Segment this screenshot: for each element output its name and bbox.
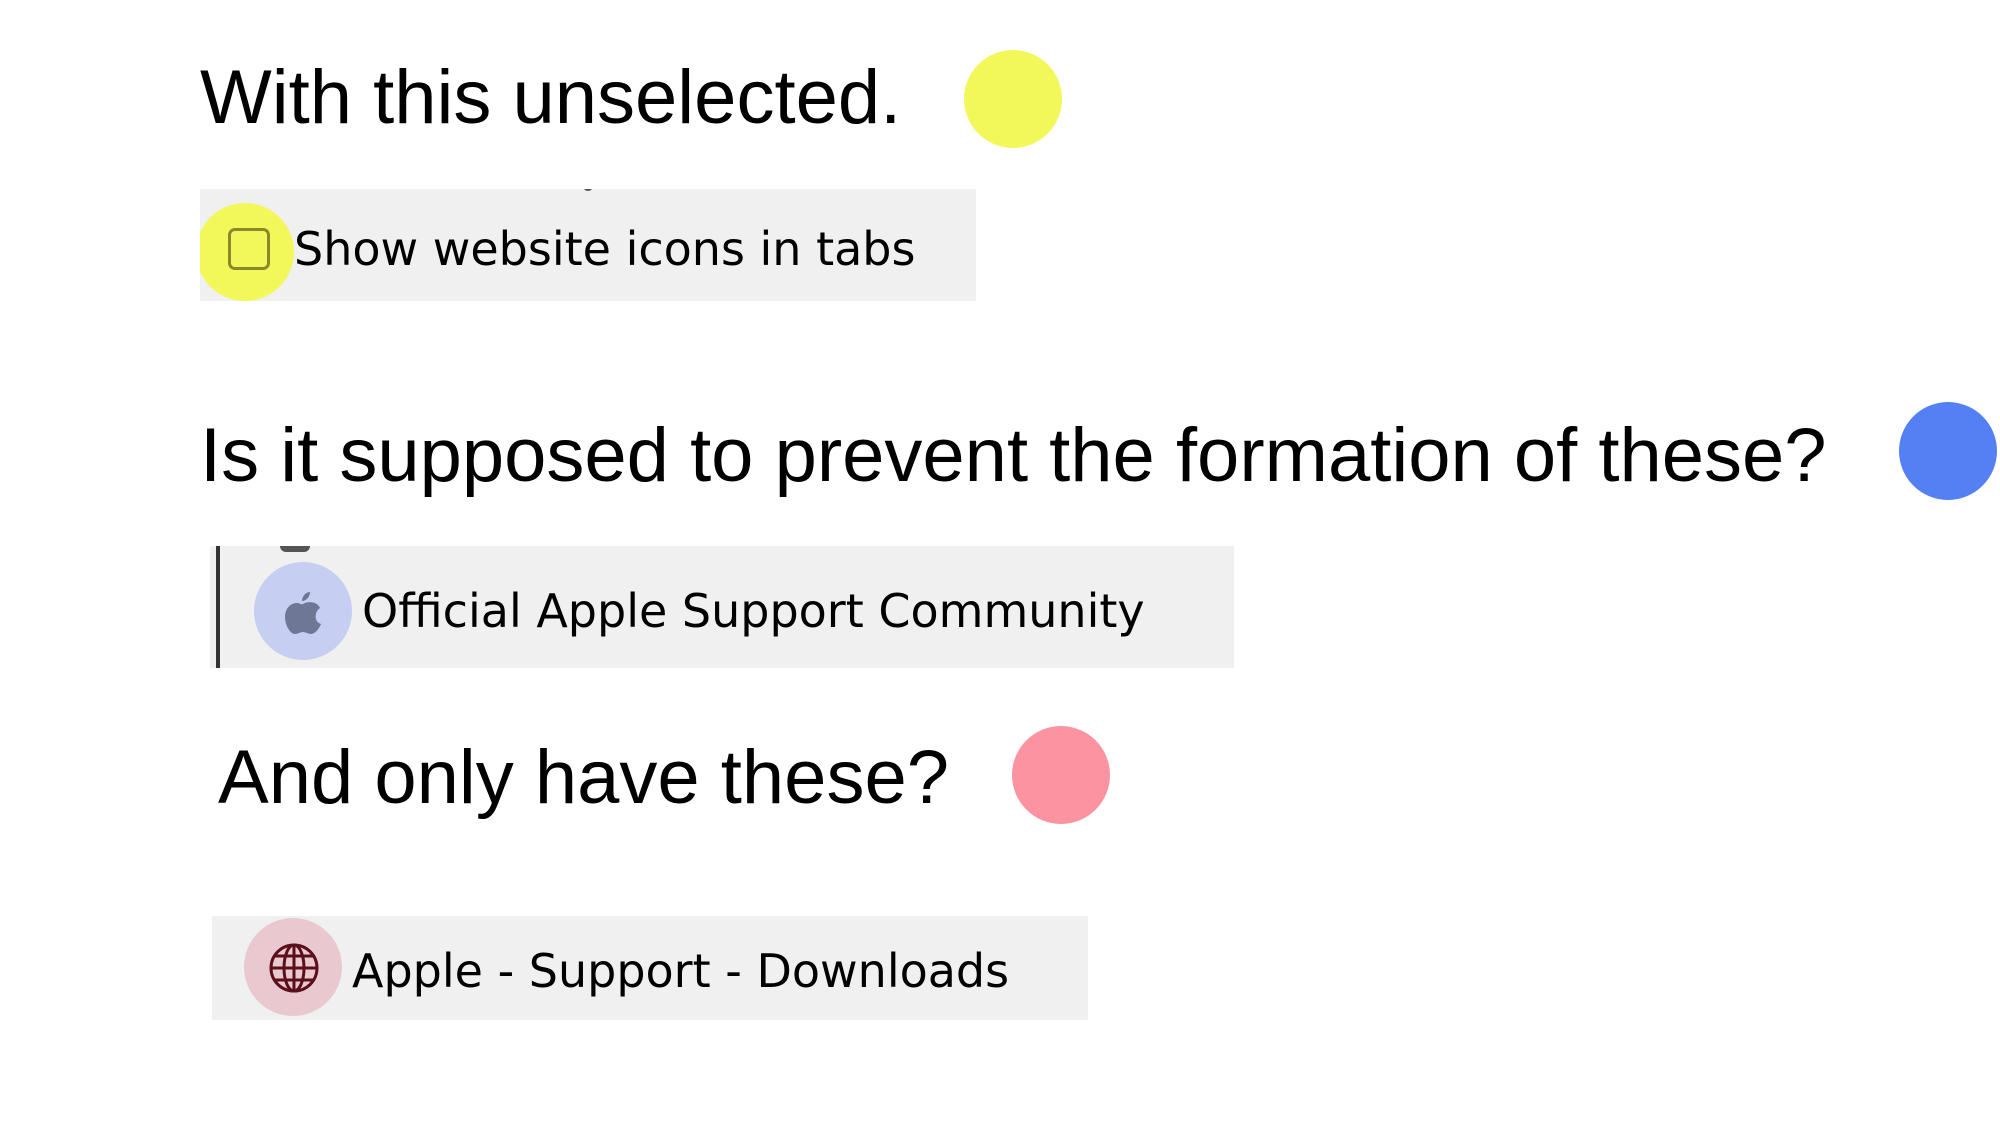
- yellow-marker-dot: [964, 50, 1062, 148]
- tab-left-border: [216, 546, 220, 668]
- show-website-icons-checkbox[interactable]: [228, 228, 270, 270]
- annotated-screenshot: With this unselected. Show website icons…: [0, 0, 2000, 1123]
- pink-marker-dot: [1012, 726, 1110, 824]
- clipped-tab-fragment: [280, 546, 310, 552]
- settings-checkbox-row[interactable]: Show website icons in tabs: [200, 189, 976, 301]
- blue-marker-dot: [1899, 402, 1997, 500]
- globe-icon: [268, 942, 320, 994]
- tab-title-official-apple: Official Apple Support Community: [362, 584, 1145, 638]
- heading-is-it-supposed: Is it supposed to prevent the formation …: [200, 413, 1827, 498]
- tab-title-apple-support-downloads: Apple - Support - Downloads: [352, 944, 1010, 998]
- heading-and-only-have-these: And only have these?: [218, 735, 949, 820]
- tab-item-with-favicon[interactable]: Official Apple Support Community: [210, 546, 1234, 668]
- tab-item-generic-icon[interactable]: Apple - Support - Downloads: [212, 916, 1088, 1020]
- show-website-icons-label: Show website icons in tabs: [294, 222, 916, 276]
- apple-logo-icon: [284, 590, 322, 634]
- clipped-text-fragment: [584, 189, 592, 191]
- heading-with-this-unselected: With this unselected.: [200, 55, 902, 140]
